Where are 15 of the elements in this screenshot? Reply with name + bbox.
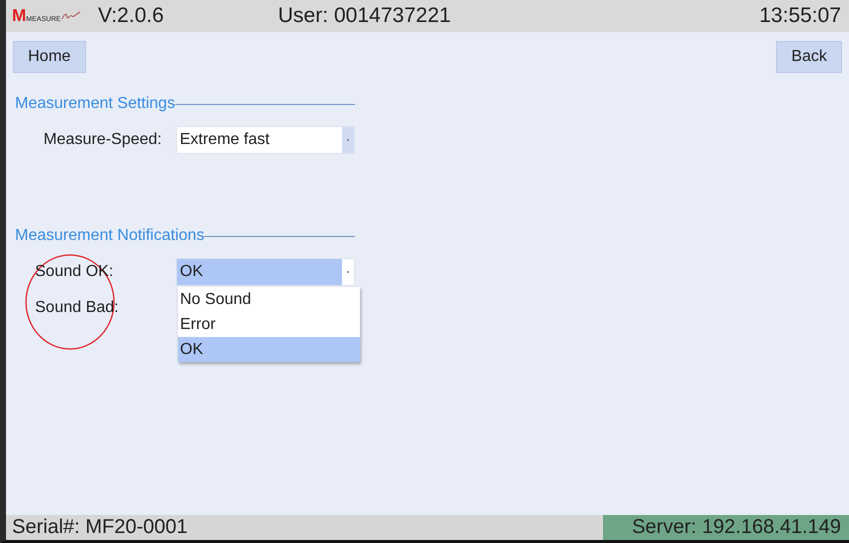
dropdown-option[interactable]: No Sound xyxy=(178,287,360,312)
server-status: Server: 192.168.41.149 xyxy=(603,515,849,540)
home-button[interactable]: Home xyxy=(13,41,86,73)
dropdown[interactable]: Extreme fast xyxy=(176,126,355,154)
user-text: User: 0014737221 xyxy=(278,4,452,28)
back-button[interactable]: Back xyxy=(776,41,842,73)
section-title: Measurement Settings xyxy=(15,95,176,113)
field-label: Measure-Speed: xyxy=(42,131,163,149)
clock-text: 13:55:07 xyxy=(759,4,841,28)
version-text: V:2.0.6 xyxy=(98,4,165,28)
serial-text: Serial#: MF20-0001 xyxy=(11,515,189,540)
dropdown-option[interactable]: Error xyxy=(178,312,360,337)
section-title: Measurement Notifications xyxy=(15,227,204,245)
dropdown[interactable]: OK xyxy=(176,258,355,286)
dropdown-option[interactable]: OK xyxy=(178,337,360,362)
